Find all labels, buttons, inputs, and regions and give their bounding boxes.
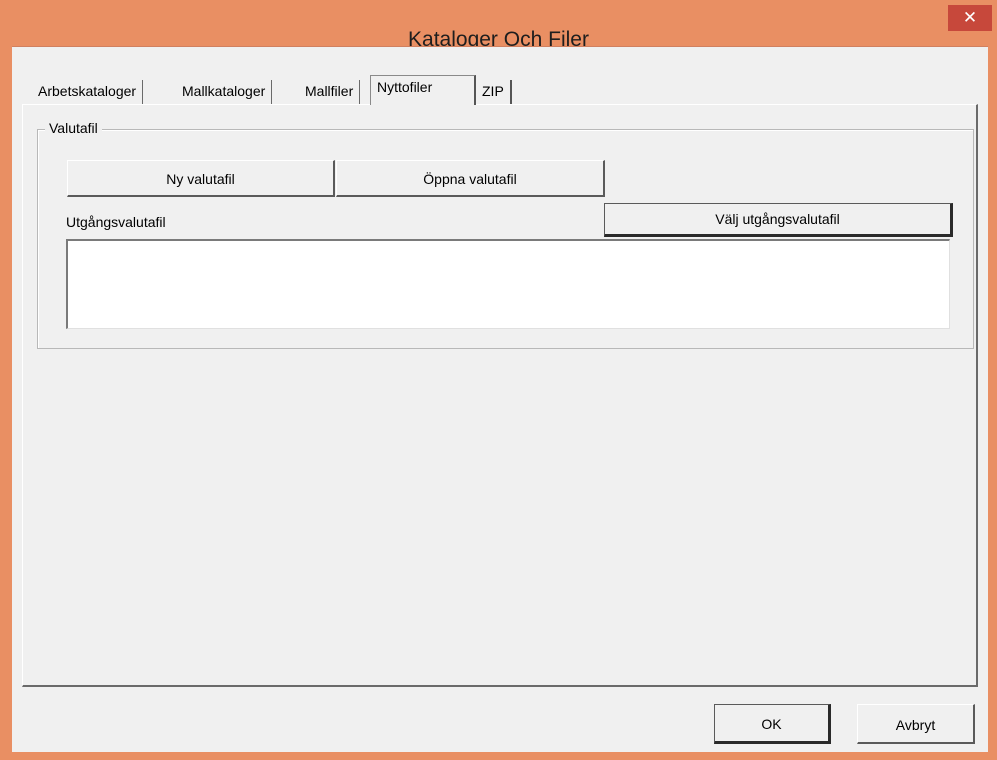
output-file-label: Utgångsvalutafil xyxy=(66,214,166,230)
tab-nyttofiler[interactable]: Nyttofiler xyxy=(370,75,476,105)
new-currency-file-button[interactable]: Ny valutafil xyxy=(67,160,335,197)
tab-arbetskataloger[interactable]: Arbetskataloger xyxy=(32,80,144,104)
dialog-window: Kataloger Och Filer ✕ Arbetskataloger Ma… xyxy=(0,0,997,760)
output-file-field[interactable] xyxy=(66,239,950,329)
ok-button[interactable]: OK xyxy=(714,704,831,744)
tab-mallfiler[interactable]: Mallfiler xyxy=(299,80,361,104)
dialog-client-area: Arbetskataloger Mallkataloger Mallfiler … xyxy=(12,46,988,752)
close-button[interactable]: ✕ xyxy=(948,5,992,31)
tab-mallkataloger[interactable]: Mallkataloger xyxy=(176,80,273,104)
close-icon: ✕ xyxy=(962,8,978,27)
open-currency-file-button[interactable]: Öppna valutafil xyxy=(336,160,605,197)
cancel-button[interactable]: Avbryt xyxy=(857,704,975,744)
groupbox-legend: Valutafil xyxy=(45,120,102,136)
tab-zip[interactable]: ZIP xyxy=(476,80,512,104)
choose-output-file-button[interactable]: Välj utgångsvalutafil xyxy=(604,203,953,237)
